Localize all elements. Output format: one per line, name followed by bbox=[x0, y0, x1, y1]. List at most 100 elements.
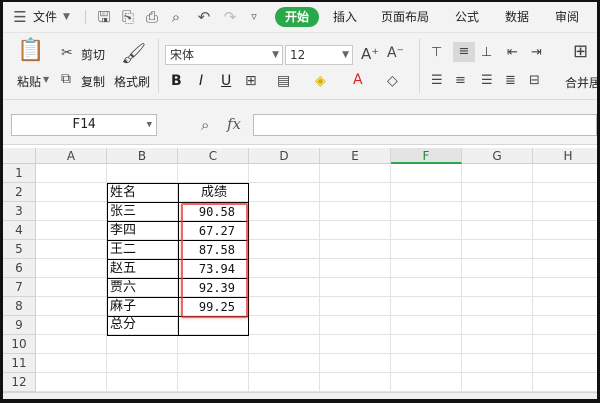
align-right-icon[interactable]: ☰ bbox=[481, 73, 493, 88]
row-header-2[interactable]: 2 bbox=[3, 183, 36, 202]
export-icon[interactable]: ⎘ bbox=[119, 8, 137, 26]
cell-style-icon[interactable]: ▤ bbox=[277, 73, 290, 89]
gridline bbox=[36, 353, 597, 354]
tab-home[interactable]: 开始 bbox=[275, 7, 319, 27]
row-header-8[interactable]: 8 bbox=[3, 297, 36, 316]
chevron-down-icon: ▼ bbox=[342, 50, 349, 60]
select-all-corner[interactable] bbox=[3, 148, 36, 164]
header-name-cell[interactable]: 姓名 bbox=[108, 184, 178, 203]
name-cell[interactable]: 麻子 bbox=[108, 298, 178, 317]
column-header-f[interactable]: F bbox=[391, 148, 462, 164]
row-header-9[interactable]: 9 bbox=[3, 316, 36, 335]
redo-icon[interactable]: ↷ bbox=[221, 8, 239, 26]
font-name-select[interactable]: 宋体 ▼ bbox=[165, 45, 283, 65]
font-color-icon[interactable]: A bbox=[353, 72, 363, 88]
increase-font-icon[interactable]: A⁺ bbox=[361, 45, 379, 63]
underline-button[interactable]: U bbox=[221, 73, 231, 89]
bold-button[interactable]: B bbox=[171, 73, 182, 89]
row-header-10[interactable]: 10 bbox=[3, 335, 36, 354]
name-cell[interactable]: 张三 bbox=[108, 203, 178, 222]
decrease-font-icon[interactable]: A⁻ bbox=[387, 45, 404, 61]
align-center-icon[interactable]: ≡ bbox=[455, 73, 466, 88]
increase-indent-icon[interactable]: ⇥ bbox=[531, 45, 542, 60]
divider bbox=[419, 39, 420, 93]
ribbon-home: 📋 粘贴 ▼ ✂ 剪切 ⧉ 复制 🖌 格式刷 宋体 ▼ 12 ▼ A⁺ A⁻ B… bbox=[3, 33, 597, 100]
gridline bbox=[319, 164, 320, 399]
undo-icon[interactable]: ↶ bbox=[195, 8, 213, 26]
align-bottom-icon[interactable]: ⊥ bbox=[481, 45, 492, 60]
copy-button[interactable]: 复制 bbox=[81, 73, 105, 90]
align-left-icon[interactable]: ☰ bbox=[431, 73, 443, 88]
copy-icon[interactable]: ⧉ bbox=[61, 71, 71, 87]
print-preview-icon[interactable]: ⌕ bbox=[167, 8, 185, 26]
total-label-cell[interactable]: 总分 bbox=[108, 316, 178, 335]
font-name-value: 宋体 bbox=[170, 48, 195, 62]
menu-bar: ☰ 文件 ▼ 🖫 ⎘ ⎙ ⌕ ↶ ↷ ▿ 开始 插入 页面布局 公式 数据 审阅 bbox=[3, 2, 597, 33]
name-cell[interactable]: 赵五 bbox=[108, 260, 178, 279]
sheet-grid[interactable]: ABCDEFGH 12345678910111213 姓名 成绩 张三90.58… bbox=[3, 148, 597, 399]
column-header-b[interactable]: B bbox=[107, 148, 178, 164]
paste-icon[interactable]: 📋 bbox=[17, 39, 44, 63]
customize-toolbar-icon[interactable]: ▿ bbox=[245, 8, 263, 26]
column-header-e[interactable]: E bbox=[320, 148, 391, 164]
divider bbox=[158, 39, 159, 93]
scissors-icon[interactable]: ✂ bbox=[61, 45, 73, 61]
format-painter-button[interactable]: 格式刷 bbox=[114, 73, 150, 90]
tab-insert[interactable]: 插入 bbox=[333, 8, 357, 26]
clear-format-icon[interactable]: ◇ bbox=[387, 73, 398, 89]
tab-page-layout[interactable]: 页面布局 bbox=[381, 8, 429, 26]
tab-data[interactable]: 数据 bbox=[505, 8, 529, 26]
font-size-select[interactable]: 12 ▼ bbox=[285, 45, 353, 65]
row-header-11[interactable]: 11 bbox=[3, 354, 36, 373]
cut-button[interactable]: 剪切 bbox=[81, 46, 105, 63]
name-cell[interactable]: 王二 bbox=[108, 241, 178, 260]
name-cell[interactable]: 贾六 bbox=[108, 279, 178, 298]
italic-button[interactable]: I bbox=[199, 73, 203, 89]
fill-color-icon[interactable]: ◈ bbox=[315, 73, 326, 89]
header-score-cell[interactable]: 成绩 bbox=[179, 184, 249, 203]
formula-input[interactable] bbox=[253, 114, 597, 136]
gridline bbox=[461, 164, 462, 399]
file-menu[interactable]: 文件 bbox=[33, 8, 57, 26]
tab-review[interactable]: 审阅 bbox=[555, 8, 579, 26]
row-header-1[interactable]: 1 bbox=[3, 164, 36, 183]
justify-icon[interactable]: ≣ bbox=[505, 73, 516, 88]
borders-icon[interactable]: ⊞ bbox=[245, 73, 257, 89]
chevron-down-icon: ▼ bbox=[272, 50, 279, 60]
row-header-5[interactable]: 5 bbox=[3, 240, 36, 259]
row-header-4[interactable]: 4 bbox=[3, 221, 36, 240]
name-cell[interactable]: 李四 bbox=[108, 222, 178, 241]
align-middle-icon[interactable]: ≡ bbox=[453, 42, 475, 62]
align-top-icon[interactable]: ⊤ bbox=[431, 45, 442, 60]
divider bbox=[85, 10, 86, 24]
column-header-h[interactable]: H bbox=[533, 148, 597, 164]
spreadsheet-window: ☰ 文件 ▼ 🖫 ⎘ ⎙ ⌕ ↶ ↷ ▿ 开始 插入 页面布局 公式 数据 审阅… bbox=[3, 2, 597, 399]
paste-button[interactable]: 粘贴 bbox=[17, 73, 41, 90]
column-header-a[interactable]: A bbox=[36, 148, 107, 164]
merge-button[interactable]: 合并居 bbox=[565, 74, 597, 91]
merge-icon[interactable]: ⊞ bbox=[573, 41, 588, 62]
name-box[interactable]: F14 ▼ bbox=[11, 114, 157, 136]
tab-formulas[interactable]: 公式 bbox=[455, 8, 479, 26]
formula-bar: F14 ▼ ⌕ fx bbox=[3, 100, 597, 145]
chevron-down-icon[interactable]: ▼ bbox=[43, 75, 49, 84]
column-header-g[interactable]: G bbox=[462, 148, 533, 164]
save-icon[interactable]: 🖫 bbox=[95, 8, 113, 26]
hamburger-menu-icon[interactable]: ☰ bbox=[11, 8, 29, 26]
font-size-value: 12 bbox=[290, 48, 306, 62]
chevron-down-icon[interactable]: ▼ bbox=[63, 8, 70, 26]
row-header-3[interactable]: 3 bbox=[3, 202, 36, 221]
zoom-icon[interactable]: ⌕ bbox=[201, 116, 209, 134]
column-header-d[interactable]: D bbox=[249, 148, 320, 164]
chevron-down-icon: ▼ bbox=[146, 120, 152, 130]
row-header-6[interactable]: 6 bbox=[3, 259, 36, 278]
row-header-12[interactable]: 12 bbox=[3, 373, 36, 392]
fx-icon[interactable]: fx bbox=[227, 115, 241, 133]
name-box-value: F14 bbox=[72, 117, 96, 132]
print-icon[interactable]: ⎙ bbox=[143, 8, 161, 26]
decrease-indent-icon[interactable]: ⇤ bbox=[507, 45, 518, 60]
row-header-7[interactable]: 7 bbox=[3, 278, 36, 297]
paintbrush-icon[interactable]: 🖌 bbox=[121, 41, 146, 65]
column-header-c[interactable]: C bbox=[178, 148, 249, 164]
distributed-icon[interactable]: ⊟ bbox=[529, 73, 540, 88]
